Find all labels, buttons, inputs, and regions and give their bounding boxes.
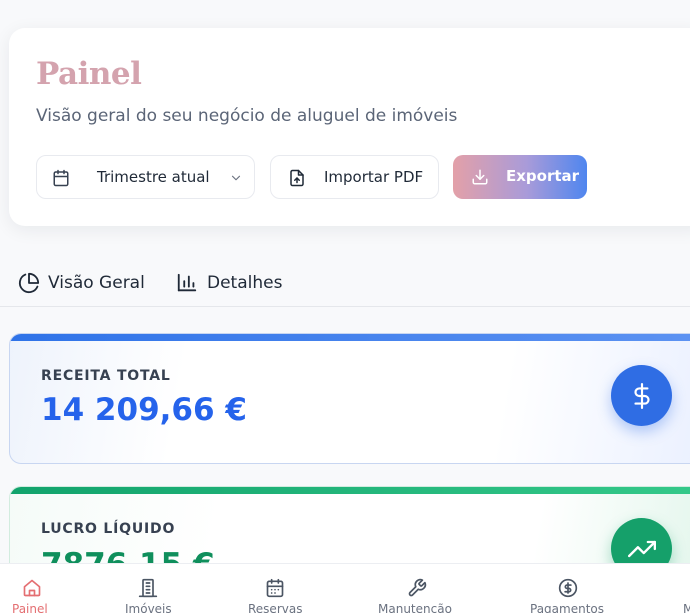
nav-item-more[interactable]: M <box>680 564 690 613</box>
tab-overview[interactable]: Visão Geral <box>18 272 148 298</box>
tab-details-label: Detalhes <box>207 273 283 293</box>
import-pdf-button[interactable]: Importar PDF <box>270 155 439 199</box>
nav-item-payments[interactable]: Pagamentos <box>522 564 617 613</box>
tab-details[interactable]: Detalhes <box>176 272 286 298</box>
import-pdf-label: Importar PDF <box>324 168 424 186</box>
export-button[interactable]: Exportar <box>453 155 587 199</box>
nav-label-bookings: Reservas <box>248 602 303 613</box>
dollar-icon <box>611 365 672 426</box>
nav-label-payments: Pagamentos <box>530 602 604 613</box>
export-label: Exportar <box>506 167 580 185</box>
period-select-value: Trimestre atual <box>97 168 210 186</box>
wrench-icon <box>407 578 427 602</box>
file-upload-icon <box>288 169 306 187</box>
bottom-nav: Painel Imóveis Reservas Manutenção Pagam… <box>0 563 690 613</box>
home-icon <box>22 578 42 602</box>
calendar-icon <box>265 578 285 602</box>
nav-item-bookings[interactable]: Reservas <box>236 564 316 613</box>
revenue-label: RECEITA TOTAL <box>41 368 171 384</box>
nav-label-more: M <box>683 602 690 613</box>
download-icon <box>471 168 489 190</box>
nav-item-properties[interactable]: Imóveis <box>110 564 190 613</box>
pie-chart-icon <box>18 272 40 299</box>
profit-label: LUCRO LÍQUIDO <box>41 521 176 537</box>
period-select[interactable]: Trimestre atual <box>36 155 255 199</box>
revenue-value: 14 209,66 € <box>41 392 247 428</box>
chevron-down-icon <box>229 171 243 185</box>
page-subtitle: Visão geral do seu negócio de aluguel de… <box>36 106 458 126</box>
nav-label-dashboard: Painel <box>12 602 48 613</box>
page-title: Painel <box>36 56 142 92</box>
revenue-card-accent <box>10 334 690 341</box>
nav-label-maintenance: Manutenção <box>378 602 452 613</box>
tabs-divider <box>0 306 690 307</box>
nav-item-dashboard[interactable]: Painel <box>0 564 64 613</box>
nav-label-properties: Imóveis <box>125 602 172 613</box>
calendar-icon <box>52 169 70 187</box>
revenue-card: RECEITA TOTAL 14 209,66 € <box>9 333 690 464</box>
nav-item-maintenance[interactable]: Manutenção <box>370 564 465 613</box>
tab-overview-label: Visão Geral <box>48 273 145 293</box>
building-icon <box>138 578 158 602</box>
bar-chart-icon <box>176 272 198 299</box>
profit-card-accent <box>10 487 690 494</box>
app-screen: Painel Visão geral do seu negócio de alu… <box>0 0 690 613</box>
dollar-circle-icon <box>558 578 578 602</box>
